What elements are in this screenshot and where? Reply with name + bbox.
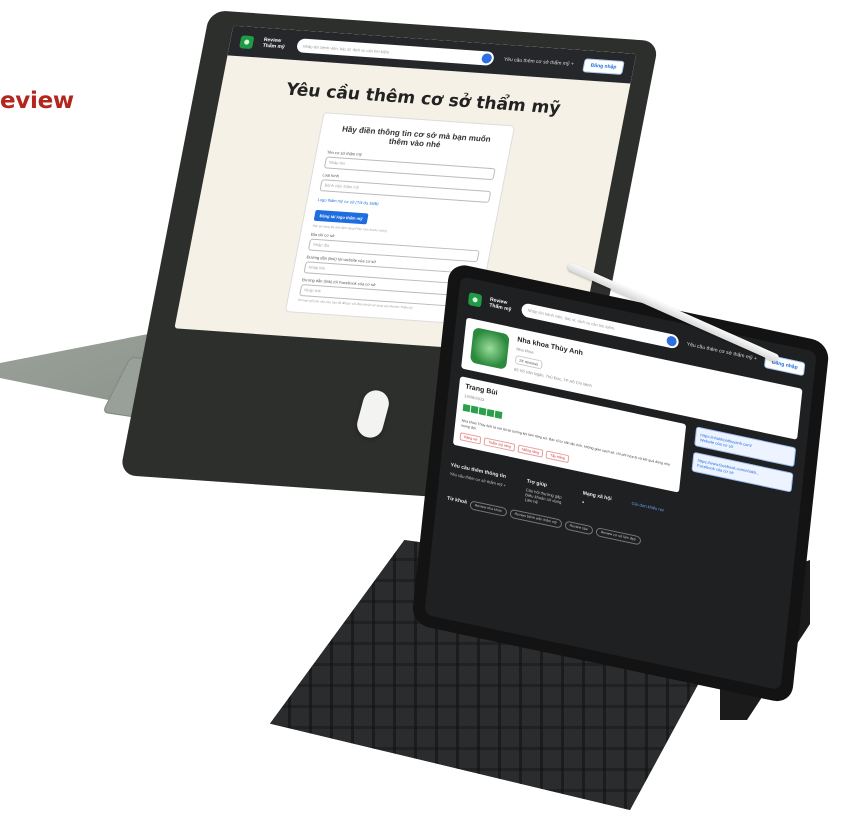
search-icon[interactable] — [666, 335, 678, 348]
page-title: Yêu cầu thêm cơ sở thẩm mỹ — [284, 79, 563, 119]
login-button[interactable]: Đăng nhập — [582, 58, 625, 75]
review-logo-icon[interactable] — [239, 34, 255, 49]
logo-text: Review Thẩm mỹ — [489, 296, 512, 313]
search-placeholder: Nhập tên bệnh viện, bác sĩ, dịch vụ cần … — [302, 43, 390, 55]
tablet-screen: Review Thẩm mỹ Nhập tên bệnh viện, bác s… — [424, 276, 817, 691]
review-tag[interactable]: Tẩy trắng — [545, 450, 570, 464]
review-tag[interactable]: Răng sứ — [459, 432, 482, 445]
add-facility-link[interactable]: Yêu cầu thêm cơ sở thẩm mỹ + — [503, 57, 574, 68]
review-tag[interactable]: Niềng răng — [517, 444, 544, 458]
complaint-link[interactable]: Gửi đơn khiếu nại — [631, 501, 664, 513]
search-icon[interactable] — [480, 53, 493, 64]
review-tag[interactable]: Thẩm mỹ răng — [483, 437, 516, 452]
search-placeholder: Nhập tên bệnh viện, bác sĩ, dịch vụ cần … — [527, 307, 615, 331]
laptop-navbar: Review Thẩm mỹ Nhập tên bệnh viện, bác s… — [227, 25, 637, 84]
logo-text: Review Thẩm mỹ — [262, 36, 286, 51]
link-panel: https://nhakhoathuyanh.com/ Website của … — [689, 426, 797, 516]
search-input[interactable]: Nhập tên bệnh viện, bác sĩ, dịch vụ cần … — [295, 38, 496, 66]
form-heading: Hãy điền thông tin cơ sở mà bạn muốn thê… — [341, 124, 492, 150]
page-heading: eview — [0, 88, 74, 114]
business-logo — [469, 327, 510, 370]
review-logo-icon[interactable] — [467, 291, 483, 308]
upload-logo-button[interactable]: Đăng tải logo thẩm mỹ — [313, 209, 369, 225]
